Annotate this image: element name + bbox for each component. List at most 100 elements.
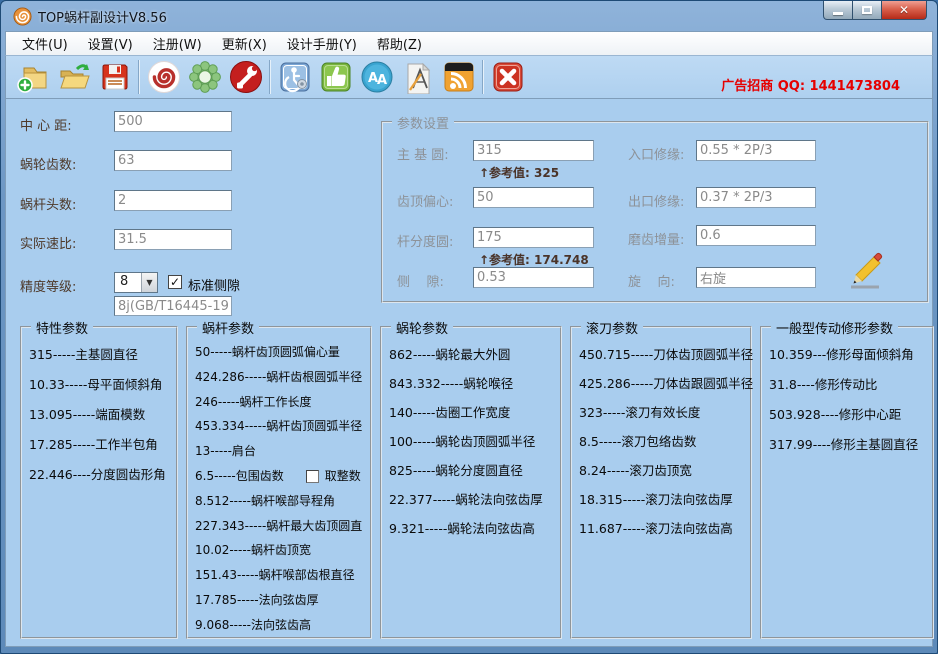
precision-grade-select[interactable]: 8 ▼ (114, 272, 158, 293)
param-row: 11.687-----滚刀法向弦齿高 (579, 514, 748, 543)
param-row: 9.068-----法向弦齿高 (195, 613, 368, 638)
worm-pitch-circle-label: 杆分度圆: (397, 231, 453, 250)
menu-bar: 文件(U) 设置(V) 注册(W) 更新(X) 设计手册(Y) 帮助(Z) (5, 31, 933, 56)
minimize-icon (833, 12, 843, 15)
param-row: 22.377-----蜗轮法向弦齿厚 (389, 485, 558, 514)
param-row: 50-----蜗杆齿顶圆弧偏心量 (195, 340, 368, 365)
worm-starts-label: 蜗杆头数: (20, 194, 76, 213)
main-base-circle-input[interactable] (473, 140, 594, 161)
toolbar: A A (5, 56, 933, 99)
wheel-teeth-label: 蜗轮齿数: (20, 154, 76, 173)
drafting-button[interactable] (397, 57, 438, 97)
param-row: 22.446----分度圆齿形角 (29, 460, 174, 490)
chevron-down-icon[interactable]: ▼ (141, 273, 157, 292)
exit-relief-input[interactable] (696, 187, 816, 208)
hand-direction-label: 旋 向: (628, 271, 675, 290)
main-base-circle-label: 主 基 圆: (397, 144, 449, 163)
param-row: 10.02-----蜗杆齿顶宽 (195, 538, 368, 563)
svg-text:A: A (377, 73, 387, 88)
param-row: 246-----蜗杆工作长度 (195, 390, 368, 415)
param-row: 18.315-----滚刀法向弦齿厚 (579, 485, 748, 514)
param-row: 825-----蜗轮分度圆直径 (389, 456, 558, 485)
hand-direction-input[interactable] (696, 267, 816, 288)
param-row: 323-----滚刀有效长度 (579, 398, 748, 427)
app-logo-icon (13, 7, 32, 26)
menu-update[interactable]: 更新(X) (212, 31, 277, 56)
param-row: 13.095-----端面模数 (29, 400, 174, 430)
exit-button[interactable] (487, 57, 528, 97)
param-row: 227.343-----蜗杆最大齿顶圆直 (195, 514, 368, 539)
param-row: 315-----主基圆直径 (29, 340, 174, 370)
param-row: 31.8----修形传动比 (769, 370, 930, 400)
standard-backlash-checkbox[interactable]: ✓ (168, 275, 182, 289)
new-file-button[interactable] (12, 57, 53, 97)
minimize-button[interactable] (823, 1, 853, 20)
param-row: 10.359---修形母面倾斜角 (769, 340, 930, 370)
close-button[interactable]: ✕ (882, 1, 927, 20)
wrench-icon (229, 60, 263, 94)
font-button[interactable]: A A (356, 57, 397, 97)
param-settings-title: 参数设置 (392, 113, 454, 132)
actual-ratio-input[interactable] (114, 229, 232, 250)
backlash-input[interactable] (473, 267, 594, 288)
menu-design-manual[interactable]: 设计手册(Y) (277, 31, 367, 56)
accessibility-settings-button[interactable] (274, 57, 315, 97)
param-row: 317.99----修形主基圆直径 (769, 430, 930, 460)
panel-title: 一般型传动修形参数 (771, 318, 898, 337)
worm-pitch-circle-ref: ↑参考值: 174.748 (479, 251, 589, 268)
open-file-icon (57, 60, 91, 94)
param-row: 503.928----修形中心距 (769, 400, 930, 430)
maximize-button[interactable] (853, 1, 882, 20)
entry-relief-input[interactable] (696, 140, 816, 161)
round-integer-checkbox[interactable] (306, 470, 319, 483)
tip-eccentricity-input[interactable] (473, 187, 594, 208)
precision-grade-value: 8 (115, 273, 141, 292)
save-button[interactable] (94, 57, 135, 97)
precision-grade-label: 精度等级: (20, 276, 76, 295)
tools-button[interactable] (225, 57, 266, 97)
menu-register[interactable]: 注册(W) (143, 31, 212, 56)
menu-file[interactable]: 文件(U) (12, 31, 78, 56)
open-file-button[interactable] (53, 57, 94, 97)
menu-help[interactable]: 帮助(Z) (367, 31, 432, 56)
menu-settings[interactable]: 设置(V) (78, 31, 143, 56)
exit-icon (491, 60, 525, 94)
close-icon: ✕ (899, 3, 909, 17)
actual-ratio-label: 实际速比: (20, 233, 76, 252)
new-file-icon (16, 60, 50, 94)
rss-button[interactable] (438, 57, 479, 97)
grinding-allowance-label: 磨齿增量: (628, 229, 684, 248)
accessibility-icon (278, 60, 312, 94)
edit-pencil-icon[interactable] (845, 251, 885, 295)
param-row: 8.5-----滚刀包络齿数 (579, 427, 748, 456)
entry-relief-label: 入口修缘: (628, 144, 684, 163)
panel-modification-params: 一般型传动修形参数 10.359---修形母面倾斜角 31.8----修形传动比… (760, 326, 934, 639)
param-row: 10.33-----母平面倾斜角 (29, 370, 174, 400)
param-row: 8.512-----蜗杆喉部导程角 (195, 489, 368, 514)
worm-starts-input[interactable] (114, 190, 232, 211)
param-row: 425.286-----刀体齿跟圆弧半径 (579, 369, 748, 398)
backlash-label: 侧 隙: (397, 271, 444, 290)
grinding-allowance-input[interactable] (696, 225, 816, 246)
param-row: 17.285-----工作半包角 (29, 430, 174, 460)
param-row: 13-----肩台 (195, 439, 368, 464)
toolbar-separator (138, 60, 140, 94)
worm-design-button[interactable] (143, 57, 184, 97)
rss-feed-icon (442, 60, 476, 94)
approve-button[interactable] (315, 57, 356, 97)
param-row: 6.5-----包围齿数 (195, 464, 284, 489)
param-row: 450.715-----刀体齿顶圆弧半径 (579, 340, 748, 369)
param-row: 453.334-----蜗杆齿顶圆弧半径 (195, 414, 368, 439)
ad-banner-text: 广告招商 QQ: 1441473804 (721, 75, 900, 94)
center-distance-input[interactable] (114, 111, 232, 132)
wheel-teeth-input[interactable] (114, 150, 232, 171)
param-row: 843.332-----蜗轮喉径 (389, 369, 558, 398)
worm-pitch-circle-input[interactable] (473, 227, 594, 248)
toolbar-separator (269, 60, 271, 94)
toolbar-separator (482, 60, 484, 94)
drafting-document-icon (401, 60, 435, 94)
precision-standard-input[interactable] (114, 296, 232, 316)
gear-settings-button[interactable] (184, 57, 225, 97)
worm-spiral-icon (147, 60, 181, 94)
thumbs-up-icon (319, 60, 353, 94)
